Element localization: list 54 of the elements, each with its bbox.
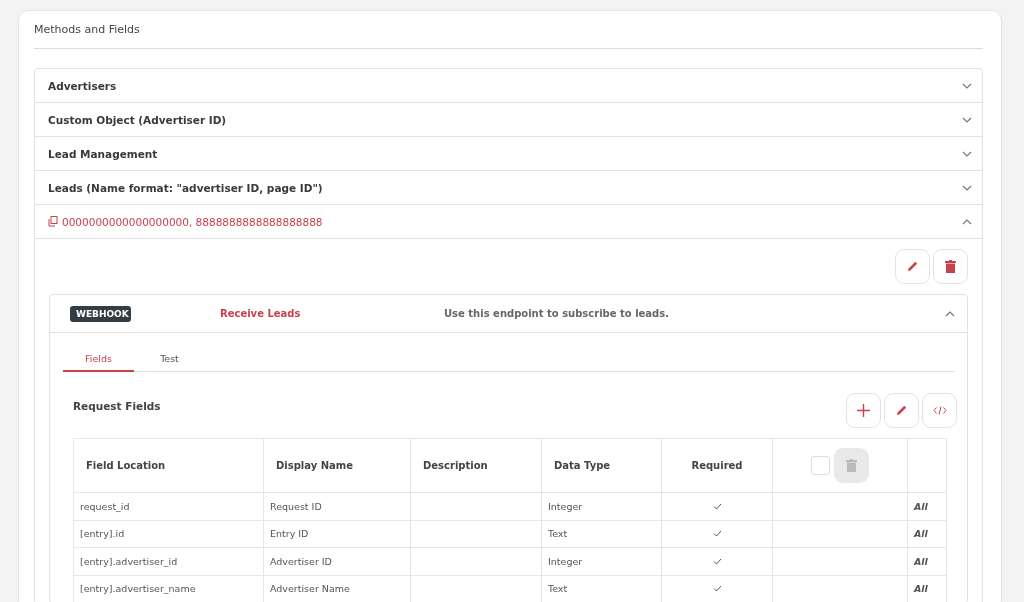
table-cell: Integer <box>541 492 662 520</box>
table-cell: Text <box>541 520 662 548</box>
table-cell: request_id <box>73 492 264 520</box>
code-icon <box>932 406 947 415</box>
delete-button[interactable] <box>933 249 968 284</box>
add-button[interactable] <box>846 393 881 428</box>
table-cell: Integer <box>541 547 662 575</box>
section-title: Request Fields <box>73 400 161 414</box>
panel-title: Methods and Fields <box>34 11 983 49</box>
trash-icon <box>945 260 956 273</box>
column-header: Data Type <box>541 438 662 493</box>
table-cell: Advertiser ID <box>263 547 411 575</box>
column-header: Required <box>661 438 773 493</box>
chevron-down-icon <box>962 150 972 157</box>
plus-icon <box>857 404 870 417</box>
select-all-checkbox[interactable] <box>811 456 830 475</box>
table-cell: [entry].advertiser_name <box>73 575 264 602</box>
table-cell: All <box>907 547 947 575</box>
table-cell: All <box>907 492 947 520</box>
column-header: Display Name <box>263 438 411 493</box>
edit-button[interactable] <box>884 393 919 428</box>
table-cell: [entry].advertiser_id <box>73 547 264 575</box>
column-header: Description <box>410 438 542 493</box>
chevron-up-icon <box>945 310 955 317</box>
chevron-down-icon <box>962 116 972 123</box>
accordion-title: Advertisers <box>48 79 117 92</box>
code-button[interactable] <box>922 393 957 428</box>
accordion-title: 0000000000000000000, 8888888888888888888 <box>62 215 323 228</box>
accordion-title: Custom Object (Advertiser ID) <box>48 113 227 126</box>
column-header: Field Location <box>73 438 264 493</box>
endpoint-name: Receive Leads <box>220 308 302 319</box>
accordion-title: Leads (Name format: "advertiser ID, page ID") <box>48 181 323 194</box>
webhook-badge: WEBHOOK <box>70 305 131 322</box>
chevron-down-icon <box>962 82 972 89</box>
accordion-header[interactable]: Custom Object (Advertiser ID) <box>35 103 982 137</box>
table-cell: [entry].id <box>73 520 264 548</box>
tab[interactable]: Test <box>134 353 205 372</box>
accordion-header[interactable]: Leads (Name format: "advertiser ID, page ID") <box>35 171 982 205</box>
pencil-icon <box>895 404 908 417</box>
endpoint-description: Use this endpoint to subscribe to leads. <box>444 308 670 319</box>
trash-icon <box>846 459 857 472</box>
tab[interactable]: Fields <box>63 353 134 372</box>
table-cell: Request ID <box>263 492 411 520</box>
pencil-icon <box>906 260 919 273</box>
accordion-header[interactable]: 0000000000000000000, 8888888888888888888 <box>35 205 982 239</box>
copy-icon[interactable] <box>48 216 58 227</box>
chevron-up-icon <box>962 218 972 225</box>
table-cell: All <box>907 520 947 548</box>
table-cell: Entry ID <box>263 520 411 548</box>
accordion-header[interactable]: Lead Management <box>35 137 982 171</box>
endpoint-header[interactable]: WEBHOOK Receive Leads Use this endpoint to subscribe to leads. <box>50 295 967 333</box>
accordion-title: Lead Management <box>48 147 158 160</box>
accordion-header[interactable]: Advertisers <box>35 69 982 103</box>
chevron-down-icon <box>962 184 972 191</box>
